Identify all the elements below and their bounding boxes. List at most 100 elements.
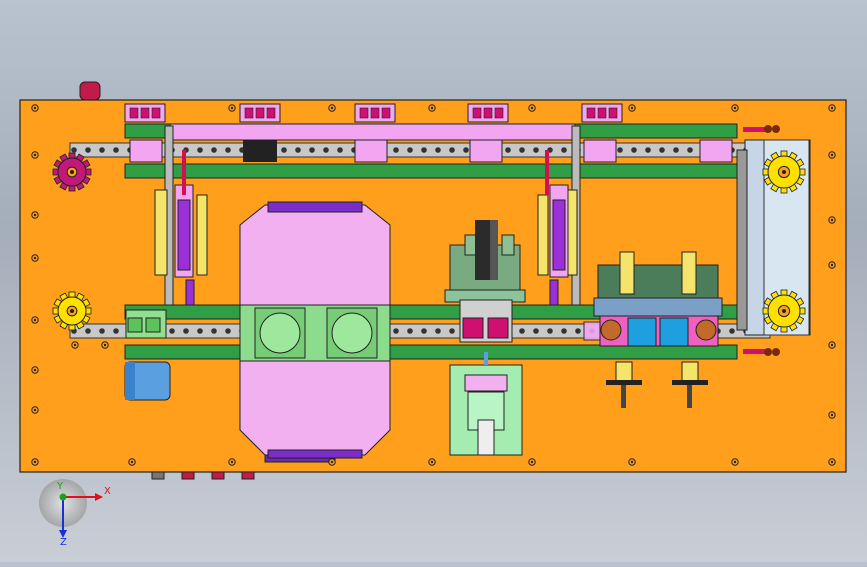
plate-hole-center [830,106,834,110]
plate-hole-center [733,106,737,110]
chain-pin [673,147,679,153]
work-table-top-clamp [267,201,363,213]
magazine-cell [359,107,369,119]
plate-hole-center [33,106,37,110]
upper-pink-bar [169,123,576,141]
chain-pin [225,328,231,334]
chain-pin [435,328,441,334]
x-axis-label: X [104,486,111,497]
y-axis-label: Y [56,481,64,492]
chain-pin [281,147,287,153]
chain-pin [113,328,119,334]
chain-pin [225,147,231,153]
magazine-cell [494,107,504,119]
chain-carrier [129,139,163,163]
chain-pin [183,328,189,334]
plate-hole-center [733,460,737,464]
magazine-cell [370,107,380,119]
plate-hole-center [33,256,37,260]
chain-pin [323,147,329,153]
sprocket-axle [70,309,74,313]
chain-pin [631,147,637,153]
chain-pin [533,147,539,153]
chain-pin [519,328,525,334]
magazine-cell [129,107,139,119]
lower-rail-front[interactable] [124,344,738,360]
plate-hole-center [33,368,37,372]
plate-hole-center [630,460,634,464]
plate-hole-center [330,460,334,464]
black-carrier [243,140,277,162]
magazine-cell [608,107,618,119]
chain-pin [659,147,665,153]
chain-pin [561,147,567,153]
chain-pin [729,328,735,334]
chain-carrier [354,139,388,163]
magazine-cell [483,107,493,119]
chain-pin [99,147,105,153]
plate-hole-center [830,218,834,222]
chain-pin [85,328,91,334]
chain-carrier [699,139,733,163]
plate-hole-center [830,343,834,347]
sprocket-axle [70,170,74,174]
chain-pin [561,328,567,334]
chain-pin [617,147,623,153]
chain-pin [71,147,77,153]
chain-pin [421,328,427,334]
plate-hole-center [830,263,834,267]
lower-fixture[interactable] [449,352,523,456]
plate-hole-center [33,408,37,412]
chain-pin [337,147,343,153]
assembly-view[interactable]: X Y Z [0,0,867,562]
chain-pin [211,328,217,334]
chain-pin [113,147,119,153]
plate-hole-center [130,460,134,464]
chain-pin [519,147,525,153]
plate-hole-center [530,106,534,110]
upper-rail-front[interactable] [124,163,738,179]
chain-pin [85,147,91,153]
plate-hole-center [33,153,37,157]
magazine-cell [472,107,482,119]
cad-viewport[interactable]: X Y Z [0,0,867,562]
chain-pin [393,147,399,153]
magazine-cell [151,107,161,119]
plate-hole-center [830,153,834,157]
plate-hole-center [230,460,234,464]
left-green-clamp[interactable] [125,309,167,339]
plate-hole-center [630,106,634,110]
plate-hole-center [430,106,434,110]
chain-pin [407,147,413,153]
chain-pin [575,328,581,334]
plate-hole-center [830,413,834,417]
top-knob[interactable] [79,81,101,101]
chain-pin [211,147,217,153]
plate-hole-center [103,343,107,347]
left-blue-block[interactable] [124,361,171,401]
magazine-cell [597,107,607,119]
chain-pin [169,328,175,334]
chain-pin [547,328,553,334]
magazine-cell [255,107,265,119]
x-axis-arrow [95,493,103,501]
chain-pin [449,147,455,153]
z-axis-label: Z [60,537,67,548]
chain-pin [309,147,315,153]
chain-pin [435,147,441,153]
chain-pin [645,147,651,153]
upper-chain [69,142,771,158]
plate-hole-center [33,213,37,217]
work-table-fixture[interactable] [239,304,391,362]
plate-hole-center [530,460,534,464]
plate-hole-center [830,460,834,464]
chain-pin [295,147,301,153]
plate-hole-center [33,460,37,464]
magazine-cell [244,107,254,119]
magazine-cell [266,107,276,119]
sprocket-axle [782,309,786,313]
chain-pin [687,147,693,153]
chain-pin [197,147,203,153]
y-axis-dot [59,493,67,501]
chain-pin [99,328,105,334]
